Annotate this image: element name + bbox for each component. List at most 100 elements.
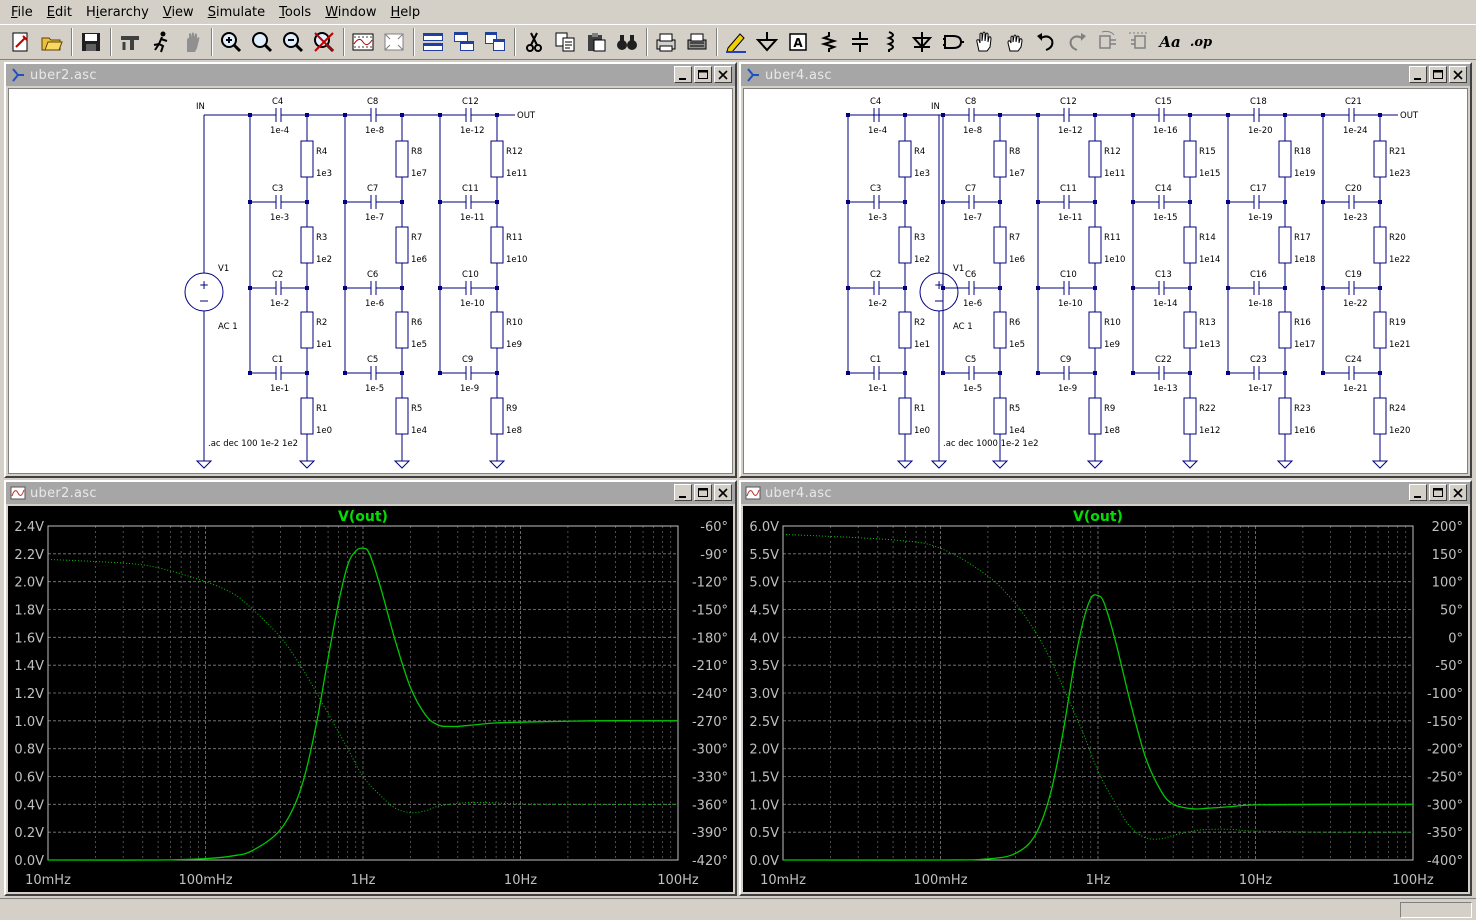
- plot-canvas[interactable]: 10mHz 100mHz 1Hz 10Hz 100Hz 0.0V 0.2V 0.4V 0.6V 0…: [8, 506, 733, 892]
- plot-drawing[interactable]: 10mHz 100mHz 1Hz 10Hz 100Hz 0.0V 0.5V 1.0V 1.5V 2…: [743, 506, 1468, 894]
- autorange-button[interactable]: [379, 27, 409, 57]
- undo-button[interactable]: [1031, 27, 1061, 57]
- resistor-body[interactable]: [993, 397, 1007, 435]
- resistor-body[interactable]: [1278, 311, 1292, 349]
- menu-help[interactable]: Help: [383, 3, 427, 22]
- resistor-body[interactable]: [490, 311, 504, 349]
- resistor-body[interactable]: [993, 311, 1007, 349]
- capacitor-button[interactable]: [845, 27, 875, 57]
- mirror-button[interactable]: [1124, 27, 1154, 57]
- minimize-button[interactable]: [1409, 66, 1427, 83]
- schematic-drawing[interactable]: IN+V1AC 1.ac dec 1000 1e-2 1e2C41e-4C31e…: [744, 89, 1469, 475]
- minimize-button[interactable]: [674, 484, 692, 501]
- resistor-body[interactable]: [993, 140, 1007, 178]
- tile-vertical-button[interactable]: [480, 27, 510, 57]
- move-hand-button[interactable]: [969, 27, 999, 57]
- maximize-button[interactable]: [694, 66, 712, 83]
- schematic-drawing[interactable]: IN + V1 AC 1 .ac dec 100 1e-2 1e2 C4 1e-4 C3 1e-…: [9, 89, 734, 475]
- paste-button[interactable]: [581, 27, 611, 57]
- text-button[interactable]: Aa: [1155, 27, 1185, 57]
- plot-drawing[interactable]: 10mHz 100mHz 1Hz 10Hz 100Hz 0.0V 0.2V 0.4V 0.6V 0…: [8, 506, 733, 894]
- resistor-body[interactable]: [1088, 311, 1102, 349]
- plot-button[interactable]: [348, 27, 378, 57]
- resistor-body[interactable]: [1373, 226, 1387, 264]
- resistor-body[interactable]: [300, 311, 314, 349]
- maximize-button[interactable]: [1429, 66, 1447, 83]
- resistor-body[interactable]: [1373, 140, 1387, 178]
- menu-hierarchy[interactable]: Hierarchy: [79, 3, 156, 22]
- ground-button[interactable]: [752, 27, 782, 57]
- resistor-body[interactable]: [300, 140, 314, 178]
- plot-canvas[interactable]: 10mHz 100mHz 1Hz 10Hz 100Hz 0.0V 0.5V 1.0V 1.5V 2…: [743, 506, 1468, 892]
- inductor-button[interactable]: [876, 27, 906, 57]
- minimize-button[interactable]: [1409, 484, 1427, 501]
- diode-button[interactable]: [907, 27, 937, 57]
- resistor-body[interactable]: [1088, 226, 1102, 264]
- resistor-body[interactable]: [898, 226, 912, 264]
- minimize-button[interactable]: [674, 66, 692, 83]
- resistor-button[interactable]: [814, 27, 844, 57]
- cut-button[interactable]: [519, 27, 549, 57]
- resistor-body[interactable]: [1278, 226, 1292, 264]
- resistor-body[interactable]: [1183, 140, 1197, 178]
- spice-directive-button[interactable]: .op: [1186, 27, 1216, 57]
- print-button[interactable]: [651, 27, 681, 57]
- resistor-body[interactable]: [490, 226, 504, 264]
- redo-button[interactable]: [1062, 27, 1092, 57]
- resistor-body[interactable]: [490, 397, 504, 435]
- cascade-button[interactable]: [449, 27, 479, 57]
- schematic-window-uber2[interactable]: uber2.asc IN + V1 AC 1 .ac dec 100 1e-2 1e2 C…: [4, 62, 737, 478]
- resistor-body[interactable]: [395, 140, 409, 178]
- close-button[interactable]: [714, 66, 732, 83]
- component-button[interactable]: [938, 27, 968, 57]
- resistor-body[interactable]: [898, 311, 912, 349]
- resistor-body[interactable]: [300, 226, 314, 264]
- resistor-body[interactable]: [490, 140, 504, 178]
- print-setup-button[interactable]: [682, 27, 712, 57]
- resistor-body[interactable]: [1088, 397, 1102, 435]
- waveform-window-uber4[interactable]: uber4.asc 10mHz 100mHz 1Hz 10Hz 100Hz 0.0V 0.5…: [739, 480, 1472, 896]
- trace-title[interactable]: V(out): [338, 509, 388, 525]
- window-titlebar[interactable]: uber2.asc: [6, 64, 735, 86]
- control-panel-button[interactable]: [115, 27, 145, 57]
- resistor-body[interactable]: [300, 397, 314, 435]
- resistor-body[interactable]: [395, 397, 409, 435]
- resistor-body[interactable]: [395, 311, 409, 349]
- window-titlebar[interactable]: uber4.asc: [741, 64, 1470, 86]
- label-net-button[interactable]: A: [783, 27, 813, 57]
- schematic-window-uber4[interactable]: uber4.asc IN + V1 AC 1 .ac dec 1000 1e-2 1e2…: [739, 62, 1472, 478]
- close-button[interactable]: [1449, 484, 1467, 501]
- menu-window[interactable]: Window: [318, 3, 383, 22]
- resistor-body[interactable]: [1373, 397, 1387, 435]
- new-schematic-button[interactable]: [6, 27, 36, 57]
- resistor-body[interactable]: [993, 226, 1007, 264]
- open-folder-button[interactable]: [37, 27, 67, 57]
- resistor-body[interactable]: [898, 140, 912, 178]
- menu-file[interactable]: File: [4, 3, 40, 22]
- maximize-button[interactable]: [694, 484, 712, 501]
- run-button[interactable]: [146, 27, 176, 57]
- window-titlebar[interactable]: uber2.asc: [6, 482, 735, 504]
- tile-horizontal-button[interactable]: [418, 27, 448, 57]
- pencil-wire-button[interactable]: [721, 27, 751, 57]
- zoom-in-button[interactable]: [216, 27, 246, 57]
- menu-view[interactable]: View: [156, 3, 201, 22]
- resistor-body[interactable]: [1183, 311, 1197, 349]
- zoom-cancel-button[interactable]: [309, 27, 339, 57]
- find-button[interactable]: [612, 27, 642, 57]
- resistor-body[interactable]: [1183, 397, 1197, 435]
- schematic-canvas[interactable]: IN + V1 AC 1 .ac dec 100 1e-2 1e2 C4 1e-4 C3 1e-…: [8, 88, 733, 474]
- zoom-pan-button[interactable]: [247, 27, 277, 57]
- resistor-body[interactable]: [1183, 226, 1197, 264]
- waveform-window-uber2[interactable]: uber2.asc 10mHz 100mHz 1Hz 10Hz 100Hz 0.0V 0.2…: [4, 480, 737, 896]
- drag-hand-button[interactable]: [1000, 27, 1030, 57]
- resistor-body[interactable]: [1278, 140, 1292, 178]
- trace-title[interactable]: V(out): [1073, 509, 1123, 525]
- maximize-button[interactable]: [1429, 484, 1447, 501]
- halt-button[interactable]: [177, 27, 207, 57]
- menu-simulate[interactable]: Simulate: [201, 3, 272, 22]
- resistor-body[interactable]: [1088, 140, 1102, 178]
- close-button[interactable]: [714, 484, 732, 501]
- zoom-out-button[interactable]: [278, 27, 308, 57]
- menu-tools[interactable]: Tools: [272, 3, 318, 22]
